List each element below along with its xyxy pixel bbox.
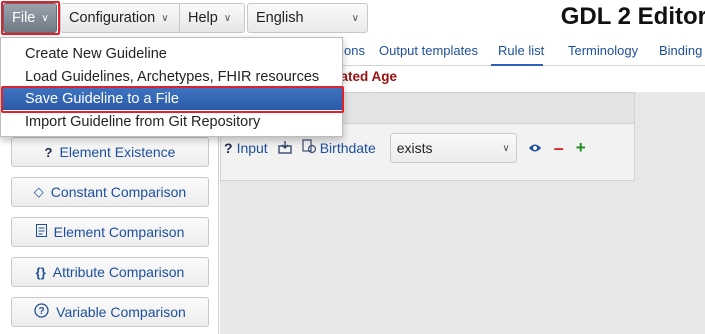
element-comparison-button[interactable]: Element Comparison — [11, 217, 209, 247]
top-menubar: File ∨ Configuration ∨ Help ∨ English ∨ … — [0, 0, 705, 37]
circled-question-icon: ? — [34, 303, 49, 321]
element-existence-button[interactable]: ? Element Existence — [11, 137, 209, 167]
element-existence-label: Element Existence — [59, 144, 176, 160]
remove-condition-icon[interactable]: – — [554, 138, 564, 159]
menu-item-import-from-git[interactable]: Import Guideline from Git Repository — [1, 111, 342, 133]
add-condition-icon[interactable]: + — [576, 138, 586, 158]
tab-definitions[interactable]: ons — [344, 43, 365, 58]
chevron-down-icon: ∨ — [41, 12, 49, 24]
attribute-comparison-label: Attribute Comparison — [52, 264, 185, 280]
active-tab-indicator — [491, 64, 543, 66]
tab-output-templates[interactable]: Output templates — [379, 43, 478, 58]
chevron-down-icon: ∨ — [223, 12, 232, 24]
variable-comparison-label: Variable Comparison — [56, 304, 186, 320]
birthdate-element-link[interactable]: Birthdate — [320, 140, 376, 156]
tab-binding[interactable]: Binding — [659, 43, 702, 58]
element-type-icon — [302, 139, 317, 157]
archetype-icon[interactable] — [278, 140, 292, 157]
language-select[interactable]: English ∨ — [247, 3, 368, 33]
file-menu-button[interactable]: File ∨ — [3, 3, 57, 33]
configuration-menu-label: Configuration — [69, 10, 156, 26]
app-title: GDL 2 Editor — [560, 3, 705, 30]
constant-comparison-button[interactable]: ◇ Constant Comparison — [11, 177, 209, 207]
menu-item-save-guideline[interactable]: Save Guideline to a File — [1, 88, 342, 110]
help-menu-button[interactable]: Help ∨ — [179, 3, 245, 33]
variable-comparison-button[interactable]: ? Variable Comparison — [11, 297, 209, 327]
question-icon: ? — [44, 144, 53, 160]
document-icon — [35, 224, 47, 240]
configuration-menu-button[interactable]: Configuration ∨ — [60, 3, 180, 33]
chevron-down-icon: ∨ — [502, 142, 510, 154]
input-link[interactable]: Input — [237, 140, 268, 156]
chevron-down-icon: ∨ — [161, 12, 169, 24]
tab-terminology[interactable]: Terminology — [568, 43, 638, 58]
language-value: English — [256, 10, 304, 26]
operator-select[interactable]: exists ∨ — [389, 133, 517, 163]
braces-icon: {} — [35, 264, 46, 280]
file-menu-label: File — [12, 10, 36, 26]
operator-value: exists — [396, 140, 433, 156]
condition-prefix: ? — [224, 140, 233, 156]
attribute-comparison-button[interactable]: {} Attribute Comparison — [11, 257, 209, 287]
chevron-down-icon: ∨ — [351, 12, 359, 24]
tab-rule-list[interactable]: Rule list — [498, 43, 544, 58]
constant-comparison-label: Constant Comparison — [50, 184, 187, 200]
eye-icon[interactable] — [528, 141, 542, 156]
menu-item-load-guidelines[interactable]: Load Guidelines, Archetypes, FHIR resour… — [1, 66, 342, 88]
file-dropdown-menu: Create New Guideline Load Guidelines, Ar… — [0, 37, 344, 137]
element-comparison-label: Element Comparison — [53, 224, 185, 240]
diamond-icon: ◇ — [33, 184, 44, 199]
menu-item-create-guideline[interactable]: Create New Guideline — [1, 43, 342, 65]
help-menu-label: Help — [188, 10, 218, 26]
svg-text:?: ? — [39, 306, 45, 317]
